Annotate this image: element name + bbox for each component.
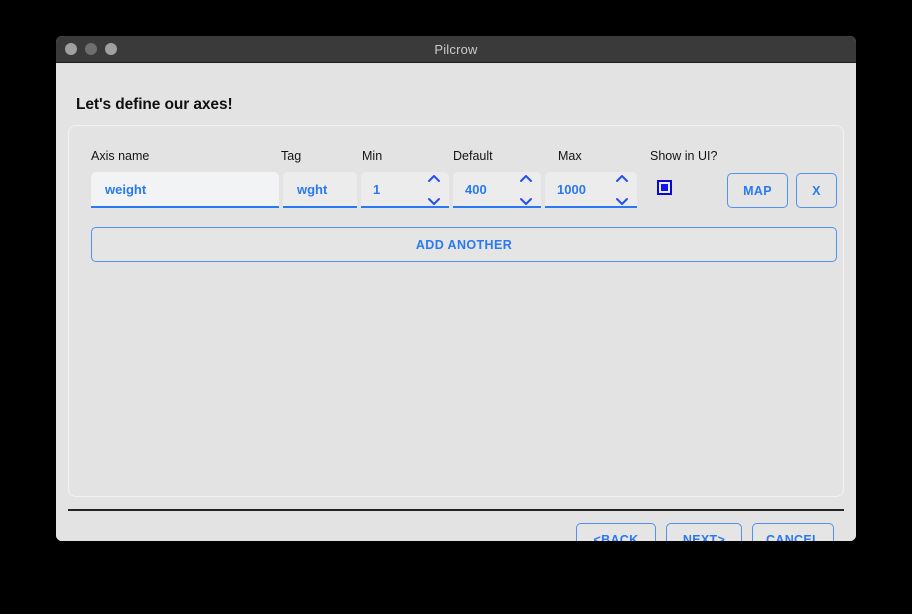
tag-input[interactable]: wght [283,172,357,208]
checkbox-mark-icon [661,184,668,191]
axis-name-input[interactable]: weight [91,172,279,208]
chevron-down-icon[interactable] [615,197,629,206]
column-header-show-in-ui: Show in UI? [650,149,718,163]
show-in-ui-checkbox[interactable] [657,180,672,195]
chevron-up-icon[interactable] [615,174,629,183]
default-spinner-arrows[interactable] [517,174,535,206]
back-button[interactable]: < B ACK [576,523,656,541]
column-header-max: Max [558,149,582,163]
page-title: Let's define our axes! [76,96,233,113]
window-body: Let's define our axes! Axis name Tag Min… [56,63,856,541]
chevron-down-icon[interactable] [519,197,533,206]
column-header-default: Default [453,149,493,163]
column-header-axis-name: Axis name [91,149,150,163]
next-label-suffix: > [717,533,726,541]
min-value: 1 [373,181,381,197]
chevron-down-icon[interactable] [427,197,441,206]
next-button[interactable]: N EXT > [666,523,742,541]
max-value: 1000 [557,181,586,197]
footer-separator [68,509,844,511]
zoom-button[interactable] [105,43,117,55]
chevron-up-icon[interactable] [519,174,533,183]
screen-root: Pilcrow Let's define our axes! Axis name… [0,0,912,614]
axis-row: weight wght 1 400 1000 MAP X [69,172,845,218]
back-label-mnemonic: B [601,533,611,541]
back-label-prefix: < [593,533,602,541]
axis-name-value: weight [105,181,147,197]
min-spinner[interactable]: 1 [361,172,449,208]
map-button[interactable]: MAP [727,173,788,208]
max-spinner[interactable]: 1000 [545,172,637,208]
next-label-rest: EXT [692,533,718,541]
window-controls [65,36,117,62]
app-window: Pilcrow Let's define our axes! Axis name… [56,36,856,541]
chevron-up-icon[interactable] [427,174,441,183]
column-header-tag: Tag [281,149,302,163]
axes-panel: Axis name Tag Min Default Max Show in UI… [68,125,844,497]
add-another-button[interactable]: ADD ANOTHER [91,227,837,262]
column-header-min: Min [362,149,383,163]
next-label-mnemonic: N [682,533,693,541]
window-title: Pilcrow [434,41,478,57]
tag-value: wght [297,181,328,197]
cancel-button[interactable]: CANCEL [752,523,834,541]
back-label-rest: ACK [610,533,639,541]
default-value: 400 [465,181,487,197]
close-button[interactable] [65,43,77,55]
wizard-footer: < B ACK N EXT > CANCEL [68,519,844,541]
window-titlebar[interactable]: Pilcrow [56,36,856,63]
minimize-button[interactable] [85,43,97,55]
max-spinner-arrows[interactable] [613,174,631,206]
remove-axis-button[interactable]: X [796,173,837,208]
min-spinner-arrows[interactable] [425,174,443,206]
default-spinner[interactable]: 400 [453,172,541,208]
